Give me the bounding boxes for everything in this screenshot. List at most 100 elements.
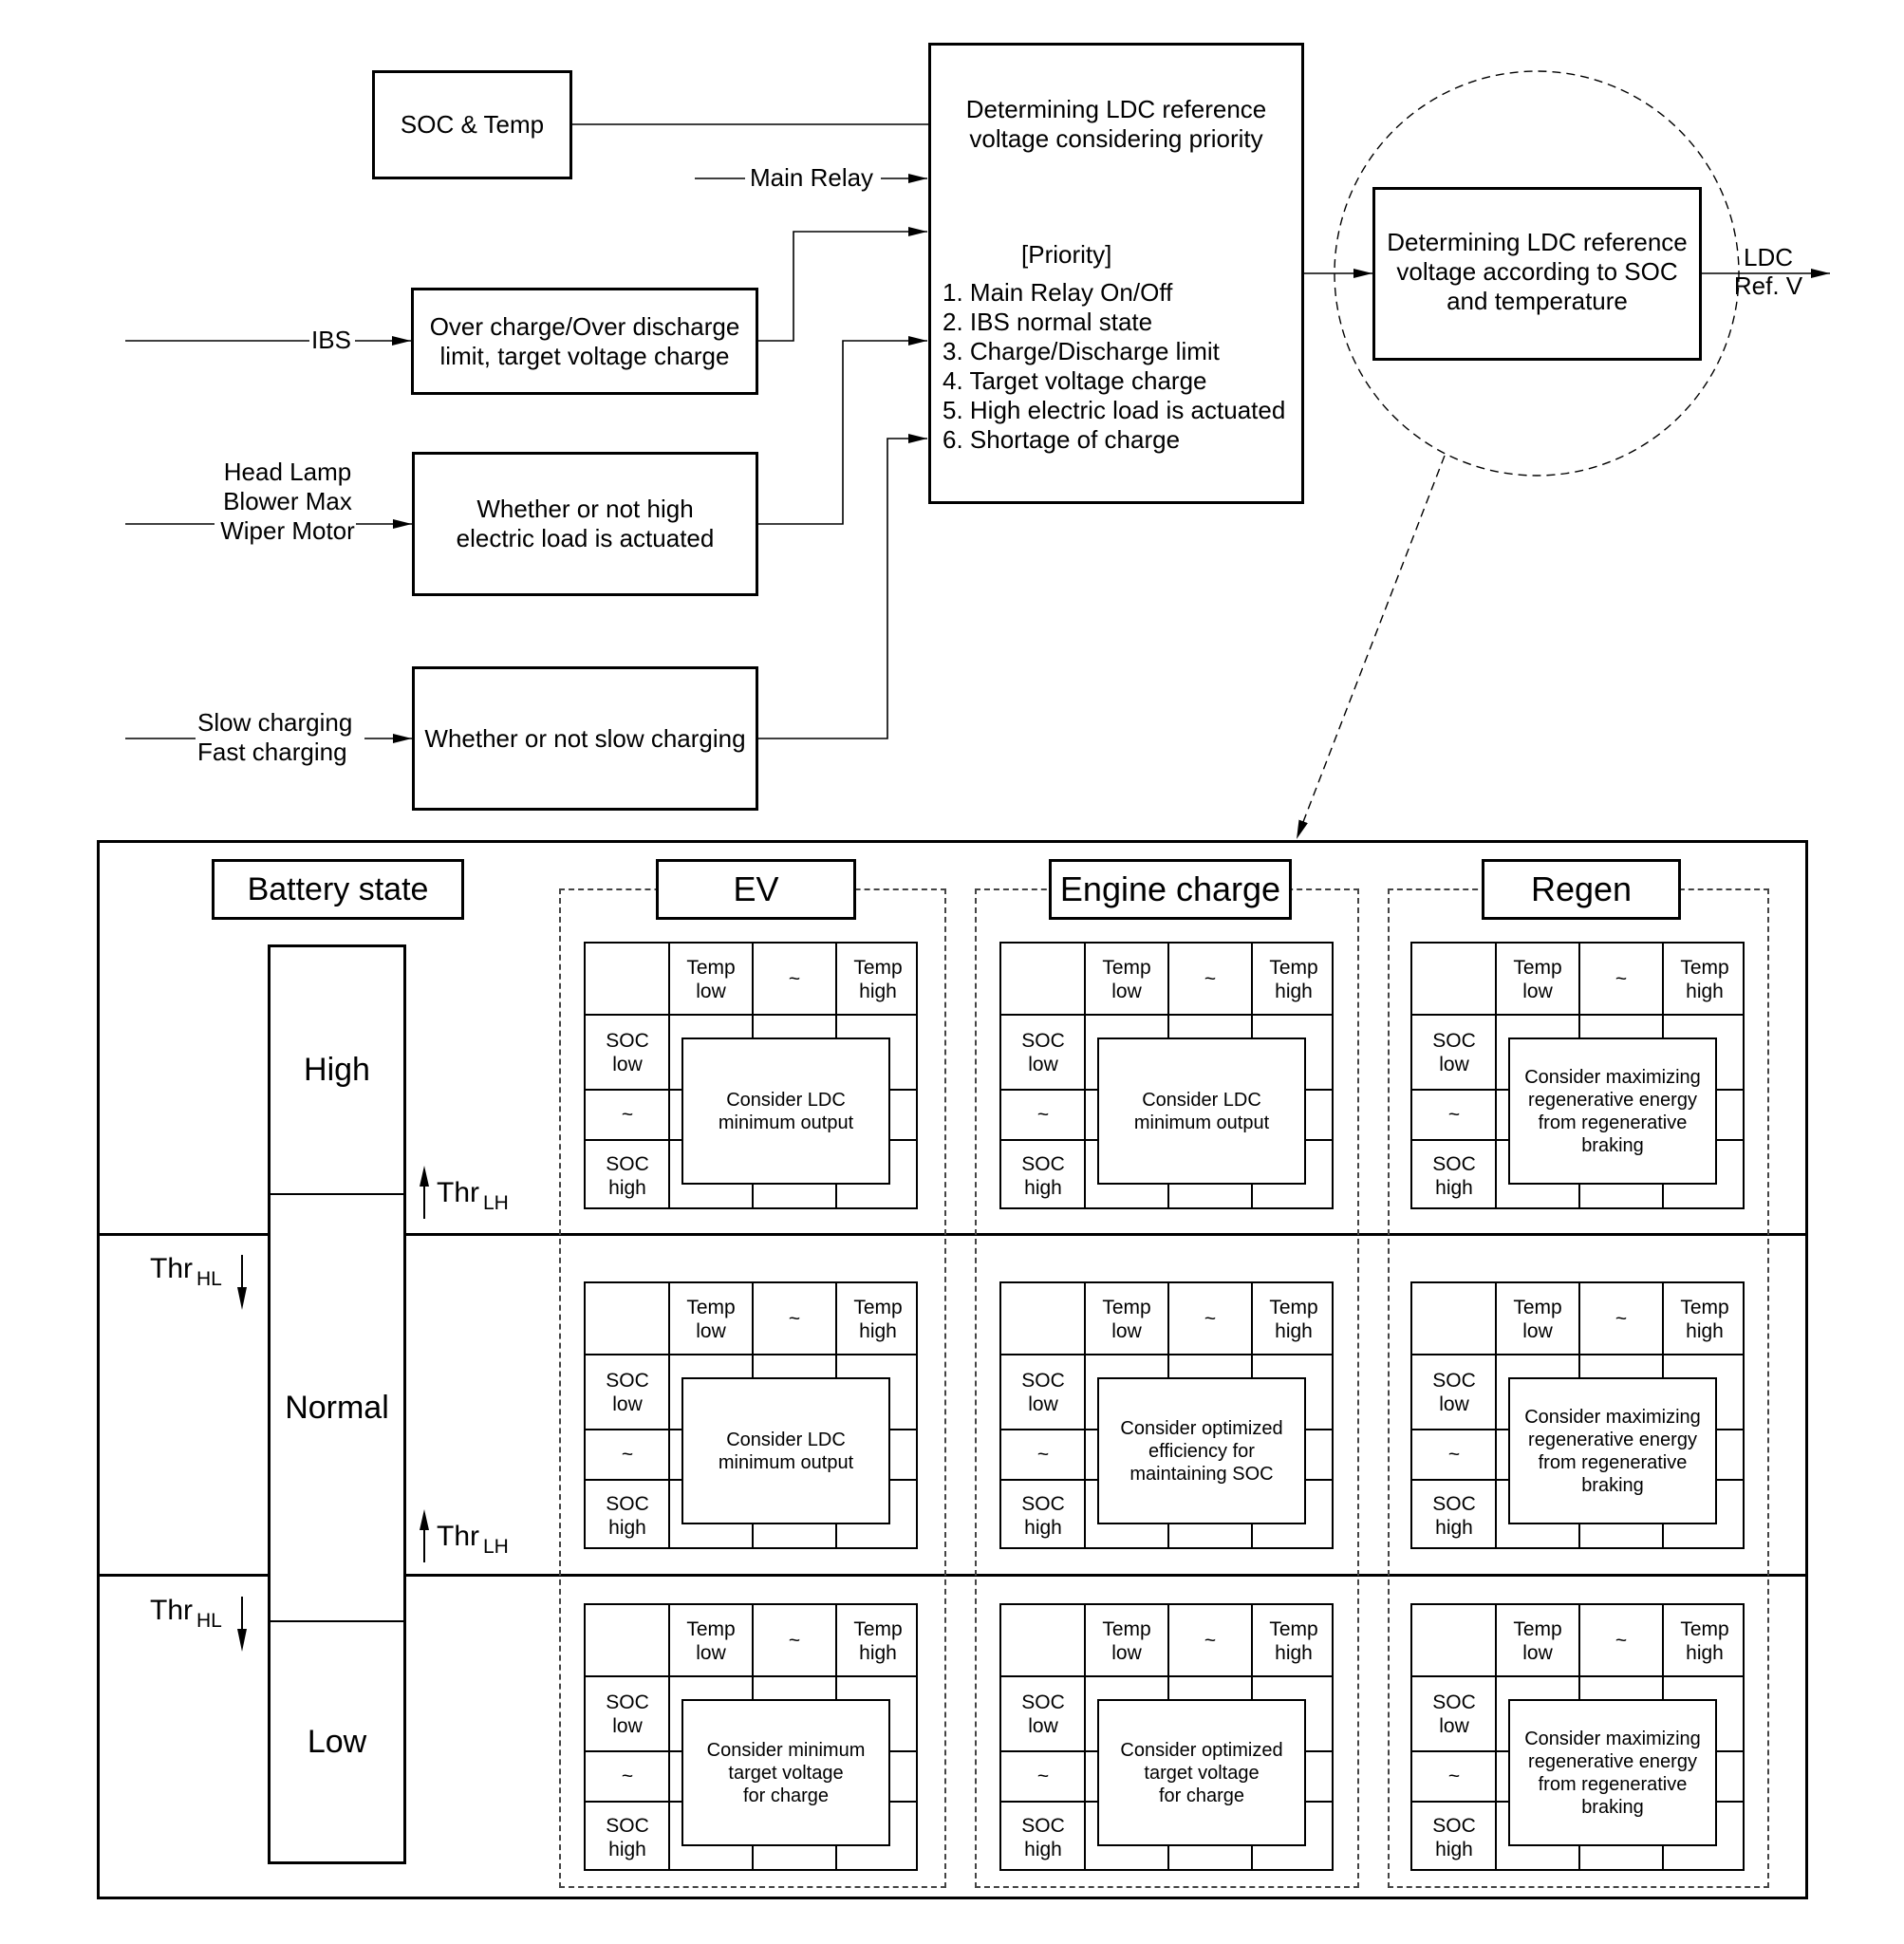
soc-header-cell: ~ <box>1001 1430 1085 1480</box>
mode-ev: EV <box>656 859 856 920</box>
battery-state-low: Low <box>271 1622 403 1861</box>
header-text: low <box>696 1319 726 1342</box>
header-text: high <box>859 980 897 1002</box>
strategy-text: braking <box>1581 1796 1644 1818</box>
grid-low-ev: Temp low ~ Temp high SOC low ~ SOC high Consider m… <box>584 1603 918 1871</box>
strategy-text: Consider LDC <box>1142 1089 1261 1111</box>
overcharge-line-2: limit, target voltage charge <box>439 341 730 370</box>
soc-header-cell: SOC low <box>1001 1355 1085 1430</box>
header-text: SOC <box>1432 1152 1476 1175</box>
soc-header-cell: ~ <box>1412 1430 1496 1480</box>
ldc-output-label: LDC Ref. V <box>1726 243 1811 300</box>
soc-temp-box: SOC & Temp <box>372 70 572 179</box>
soc-temp-ref-line-3: and temperature <box>1447 287 1628 315</box>
soc-header-cell: SOC low <box>586 1676 669 1751</box>
main-relay-label: Main Relay <box>750 163 874 192</box>
temp-header-cell: Temp high <box>836 1283 920 1355</box>
strategy-text: target voltage <box>728 1762 844 1784</box>
wiper-motor-label: Wiper Motor <box>220 516 355 545</box>
temp-header-cell: ~ <box>753 1605 836 1676</box>
strategy-text: Consider optimized <box>1120 1417 1283 1439</box>
priority-block: Determining LDC reference voltage consid… <box>928 43 1304 504</box>
header-text: low <box>696 1641 726 1664</box>
grid-low-regen: Temp low ~ Temp high SOC low ~ SOC high Consider m… <box>1410 1603 1745 1871</box>
strategy-text: from regenerative <box>1538 1451 1688 1473</box>
temp-header-cell: ~ <box>1579 944 1663 1015</box>
strategy-text: for charge <box>742 1785 830 1806</box>
strategy-text: maintaining SOC <box>1129 1463 1274 1485</box>
priority-block-title: Determining LDC reference voltage consid… <box>931 95 1301 154</box>
header-text: high <box>1275 980 1313 1002</box>
overcharge-connector <box>757 227 927 342</box>
soc-header-cell: SOC low <box>586 1355 669 1430</box>
threshold-down-arrow-icon <box>235 1255 249 1310</box>
threshold-lh-label: Thr LH <box>437 1521 509 1559</box>
soc-header-cell: SOC low <box>1412 1015 1496 1090</box>
header-text: low <box>1111 1319 1142 1342</box>
soc-header-cell: ~ <box>586 1090 669 1140</box>
temp-header-cell: Temp high <box>1663 1283 1746 1355</box>
header-text: ~ <box>621 1444 634 1466</box>
strategy-box: Consider optimized efficiency for maintain… <box>1097 1377 1306 1524</box>
temp-header-cell: ~ <box>1168 944 1252 1015</box>
header-text: high <box>859 1641 897 1664</box>
soc-header-cell: SOC high <box>1001 1802 1085 1873</box>
header-text: Temp <box>1513 1296 1562 1318</box>
temp-header-cell: Temp low <box>1085 1605 1168 1676</box>
header-text: ~ <box>1615 1630 1628 1652</box>
header-text: ~ <box>1036 1444 1050 1466</box>
soc-header-cell: ~ <box>1412 1751 1496 1802</box>
header-text: low <box>1439 1053 1469 1075</box>
load-inputs: Head Lamp Blower Max Wiper Motor <box>216 458 359 546</box>
header-text: Temp <box>1269 1617 1318 1640</box>
header-text: low <box>1111 1641 1142 1664</box>
strategy-box: Consider maximizing regenerative energy fr… <box>1508 1037 1717 1185</box>
threshold-sub: LH <box>483 1192 509 1214</box>
slow-charging-label: Slow charging <box>197 708 353 737</box>
header-text: SOC <box>606 1814 649 1837</box>
header-text: high <box>1686 980 1724 1002</box>
soc-temp-label: SOC & Temp <box>400 110 545 139</box>
header-text: low <box>1522 1641 1553 1664</box>
header-text: low <box>1522 1319 1553 1342</box>
strategy-text: target voltage <box>1144 1762 1260 1784</box>
header-text: SOC <box>1432 1691 1476 1713</box>
soc-header-cell: SOC low <box>1001 1015 1085 1090</box>
temp-header-cell: ~ <box>753 1283 836 1355</box>
strategy-text: Consider optimized <box>1120 1739 1283 1761</box>
header-text: Temp <box>853 1296 903 1318</box>
priority-item: 2. IBS normal state <box>943 308 1153 336</box>
high-load-line-1: Whether or not high <box>476 495 694 523</box>
header-text: Temp <box>853 956 903 979</box>
header-text: low <box>1028 1393 1058 1415</box>
slow-charging-box: Whether or not slow charging <box>412 666 758 811</box>
header-text: low <box>1028 1053 1058 1075</box>
battery-state-high: High <box>271 947 403 1192</box>
soc-header-cell: SOC low <box>1001 1676 1085 1751</box>
header-text: Temp <box>1513 1617 1562 1640</box>
grid-normal-ev: Temp low ~ Temp high SOC low ~ SOC high Consider L… <box>584 1281 918 1549</box>
mode-regen: Regen <box>1482 859 1681 920</box>
ibs-label: IBS <box>311 326 351 354</box>
battery-high-label: High <box>304 1051 370 1088</box>
priority-title-line-2: voltage considering priority <box>969 124 1263 153</box>
high-load-box: Whether or not high electric load is act… <box>412 452 758 596</box>
priority-heading: [Priority] <box>1021 240 1112 269</box>
header-text: Temp <box>1680 956 1729 979</box>
mode-ev-text: EV <box>733 869 779 908</box>
soc-temp-ref-line-2: voltage according to SOC <box>1396 257 1678 286</box>
header-text: SOC <box>1021 1691 1065 1713</box>
temp-header-cell: Temp high <box>836 1605 920 1676</box>
header-text: ~ <box>788 1308 801 1330</box>
soc-header-cell: SOC high <box>1412 1802 1496 1873</box>
temp-header-cell: Temp high <box>836 944 920 1015</box>
battery-state-label: Battery state <box>212 859 464 920</box>
header-text: high <box>608 1176 646 1199</box>
soc-header-cell: SOC low <box>1412 1676 1496 1751</box>
header-text: Temp <box>686 1296 736 1318</box>
header-text: high <box>608 1516 646 1539</box>
header-text: ~ <box>1447 1104 1461 1126</box>
ref-v-label: Ref. V <box>1733 271 1803 300</box>
header-text: low <box>696 980 726 1002</box>
header-text: ~ <box>1447 1444 1461 1466</box>
